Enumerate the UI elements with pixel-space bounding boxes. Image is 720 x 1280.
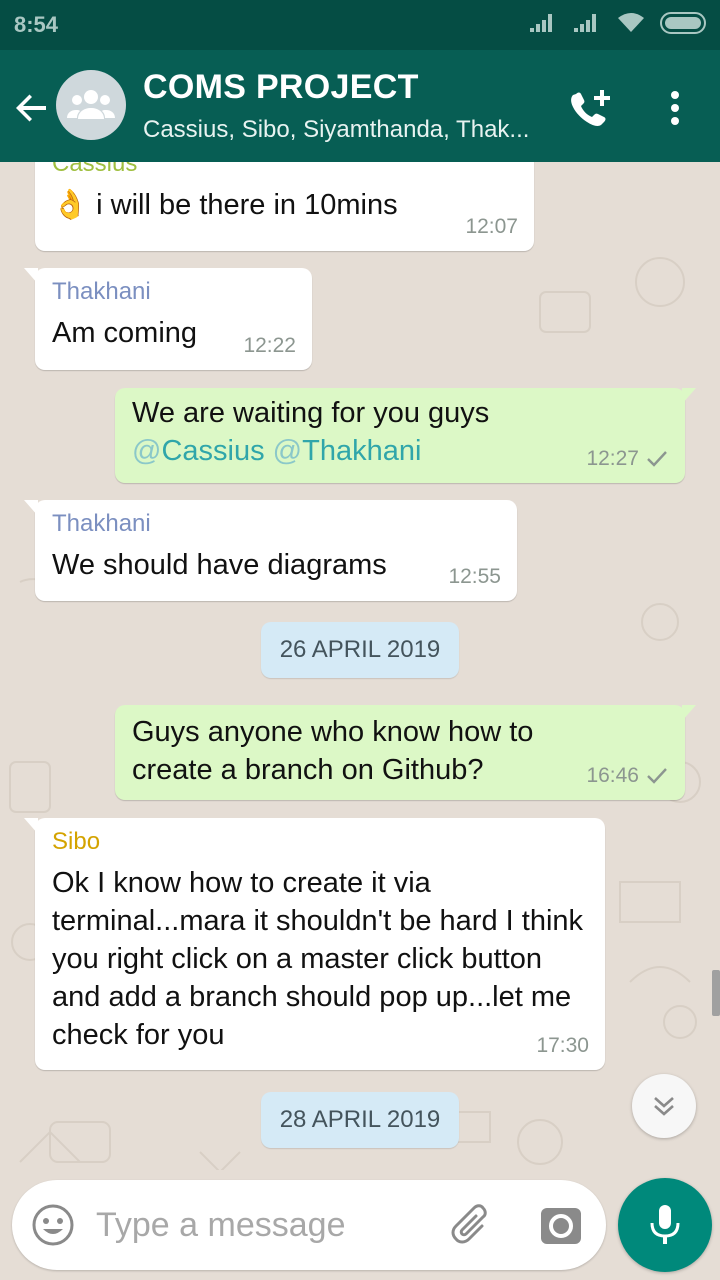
sent-check-icon <box>647 451 667 467</box>
date-separator: 28 APRIL 2019 <box>261 1092 459 1148</box>
scroll-to-bottom-button[interactable] <box>632 1074 696 1138</box>
message-text-content: i will be there in 10mins <box>96 189 398 221</box>
time-label: 12:27 <box>586 447 639 470</box>
sender-name: Thakhani <box>52 278 151 305</box>
scrollbar-thumb[interactable] <box>712 970 720 1016</box>
message-text: Guys anyone who know how to create a bra… <box>132 716 534 786</box>
at-sign: @ <box>272 435 303 467</box>
time-label: 17:30 <box>536 1034 589 1057</box>
message-bubble-incoming[interactable]: Cassius 👌 i will be there in 10mins 12:0… <box>35 162 534 251</box>
message-text: We should have diagrams <box>52 549 387 581</box>
message-time: 12:27 <box>586 447 669 471</box>
bubble-tail <box>24 268 38 284</box>
sender-name: Sibo <box>52 828 101 855</box>
wifi-icon <box>618 13 644 32</box>
bubble-tail <box>682 388 696 404</box>
message-text-line: We are waiting for you guys <box>132 397 490 429</box>
message-input[interactable] <box>96 1200 426 1250</box>
message-time: 12:55 <box>448 565 501 589</box>
at-sign: @ <box>132 435 162 467</box>
mention-thakhani[interactable]: Thakhani <box>302 435 421 467</box>
status-time: 8:54 <box>14 12 59 37</box>
ok-hand-emoji: 👌 <box>52 189 89 221</box>
time-label: 12:22 <box>243 334 296 357</box>
message-text: 👌 i will be there in 10mins <box>52 186 518 224</box>
group-avatar-icon <box>67 90 115 119</box>
add-call-icon[interactable] <box>568 86 614 130</box>
mic-icon <box>650 1205 680 1244</box>
time-label: 16:46 <box>586 764 639 787</box>
message-text: Ok I know how to create it via terminal.… <box>52 867 584 1051</box>
paperclip-icon[interactable] <box>448 1200 498 1250</box>
message-bubble-outgoing[interactable]: We are waiting for you guys @Cassius @Th… <box>115 388 696 483</box>
more-vert-icon[interactable] <box>660 86 690 130</box>
group-avatar[interactable] <box>56 70 126 140</box>
signal-icon-2 <box>574 14 596 32</box>
voice-record-button[interactable] <box>618 1178 712 1272</box>
emoji-icon[interactable] <box>30 1202 76 1248</box>
bubble-tail <box>24 818 38 834</box>
message-bubble-outgoing[interactable]: Guys anyone who know how to create a bra… <box>115 705 696 800</box>
status-bar: 8:54 <box>0 0 720 50</box>
bubble-tail <box>682 705 696 721</box>
double-chevron-down-icon <box>654 1097 674 1116</box>
status-icons <box>528 12 706 34</box>
mention-cassius[interactable]: Cassius <box>161 435 264 467</box>
bubble-tail <box>24 500 38 516</box>
message-bubble-incoming[interactable]: Sibo Ok I know how to create it via term… <box>24 818 605 1070</box>
time-label: 12:55 <box>448 565 501 588</box>
signal-icon <box>530 14 552 32</box>
date-separator: 26 APRIL 2019 <box>261 622 459 678</box>
battery-icon <box>660 12 706 34</box>
chat-area[interactable]: Cassius 👌 i will be there in 10mins 12:0… <box>0 162 720 1170</box>
message-time: 17:30 <box>536 1034 589 1058</box>
message-time: 12:22 <box>243 334 296 358</box>
group-title[interactable]: COMS PROJECT <box>143 68 419 107</box>
message-bubble-incoming[interactable]: Thakhani Am coming 12:22 <box>24 268 312 370</box>
message-time: 12:07 <box>465 215 518 239</box>
sender-name: Cassius <box>52 162 138 177</box>
message-bubble-incoming[interactable]: Thakhani We should have diagrams 12:55 <box>24 500 517 601</box>
back-arrow-icon[interactable] <box>10 86 54 130</box>
sender-name: Thakhani <box>52 510 151 537</box>
chat-header: COMS PROJECT Cassius, Sibo, Siyamthanda,… <box>0 50 720 162</box>
group-members[interactable]: Cassius, Sibo, Siyamthanda, Thak... <box>143 116 529 144</box>
sent-check-icon <box>647 768 667 784</box>
message-input-bar <box>12 1180 606 1270</box>
message-time: 16:46 <box>586 764 669 788</box>
time-label: 12:07 <box>465 215 518 238</box>
camera-icon[interactable] <box>538 1202 584 1248</box>
